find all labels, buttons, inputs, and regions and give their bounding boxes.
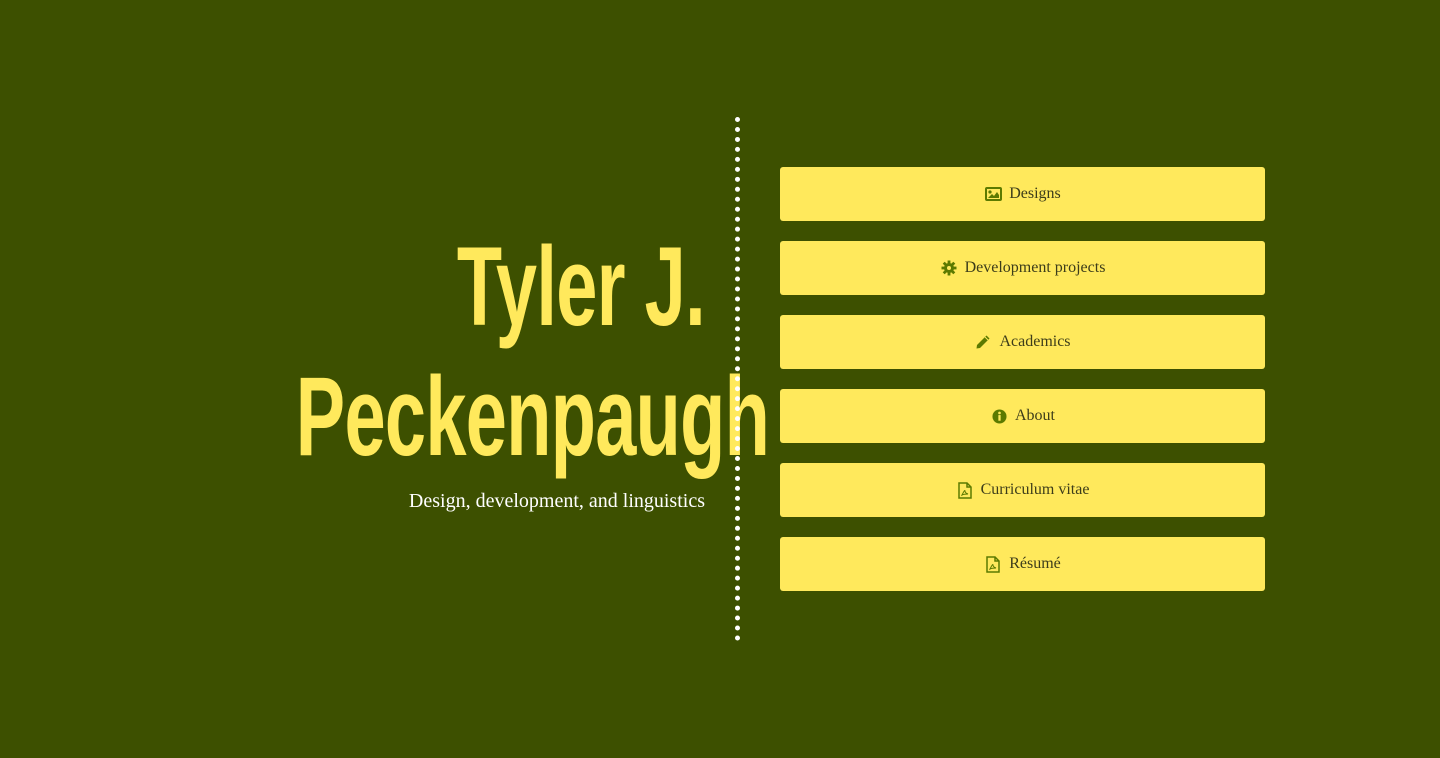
about-button[interactable]: About [780, 389, 1265, 443]
academics-button[interactable]: Academics [780, 315, 1265, 369]
pdf-file-icon [956, 481, 974, 499]
academics-button-label: Academics [999, 333, 1071, 350]
name-line-first: Tyler J. [456, 224, 706, 349]
pencil-icon [974, 333, 992, 351]
identity-block: Tyler J. Peckenpaugh Design, development… [85, 222, 770, 514]
page: Tyler J. Peckenpaugh Design, development… [0, 0, 1440, 758]
gear-icon [940, 259, 958, 277]
info-circle-icon [990, 407, 1008, 425]
curriculum-vitae-button[interactable]: Curriculum vitae [780, 463, 1265, 517]
dotted-divider [735, 117, 740, 641]
development-projects-button[interactable]: Development projects [780, 241, 1265, 295]
name-line-last: Peckenpaugh [295, 354, 770, 479]
resume-button[interactable]: Résumé [780, 537, 1265, 591]
image-icon [984, 185, 1002, 203]
tagline: Design, development, and linguistics [408, 490, 705, 512]
designs-button-label: Designs [1009, 185, 1061, 202]
designs-button[interactable]: Designs [780, 167, 1265, 221]
pdf-file-icon [984, 555, 1002, 573]
main-nav: Designs Development projects Academics A… [780, 167, 1265, 611]
resume-button-label: Résumé [1009, 555, 1061, 572]
development-projects-button-label: Development projects [964, 259, 1106, 276]
about-button-label: About [1015, 407, 1055, 424]
curriculum-vitae-button-label: Curriculum vitae [980, 481, 1090, 498]
